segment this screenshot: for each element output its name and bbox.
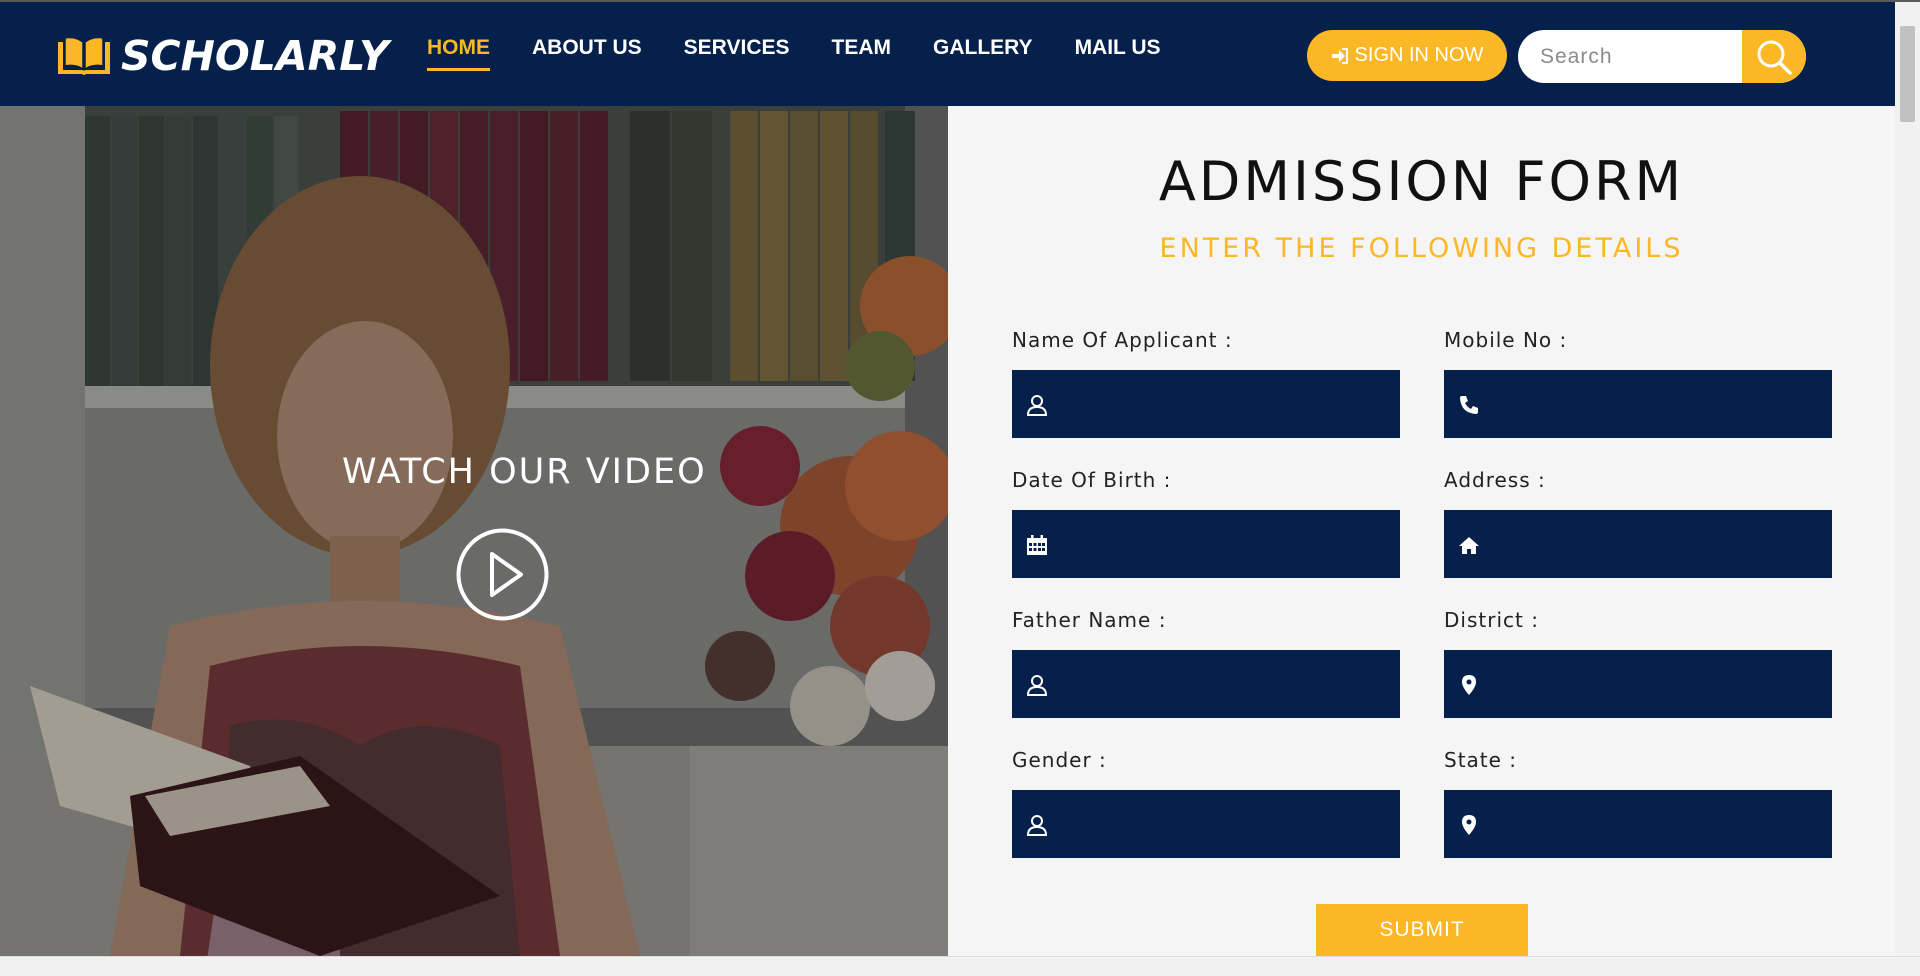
play-icon xyxy=(490,552,523,597)
nav-about-us[interactable]: ABOUT US xyxy=(532,36,642,71)
sign-in-button[interactable]: SIGN IN NOW xyxy=(1307,30,1507,81)
brand-logo[interactable]: SCHOLARLY xyxy=(55,32,389,80)
name-of-applicant-input[interactable] xyxy=(1012,370,1400,438)
search-icon xyxy=(1757,40,1792,75)
date-of-birth-input[interactable] xyxy=(1012,510,1400,578)
date-of-birth-field: Date Of Birth : xyxy=(1012,468,1400,578)
horizontal-scrollbar[interactable] xyxy=(0,956,1920,976)
sign-in-icon xyxy=(1331,47,1348,64)
field-label: State : xyxy=(1444,748,1518,772)
district-input[interactable] xyxy=(1444,650,1832,718)
address-field: Address : xyxy=(1444,468,1832,578)
map-marker-icon xyxy=(1462,675,1476,695)
father-name-input[interactable] xyxy=(1012,650,1400,718)
nav-gallery[interactable]: GALLERY xyxy=(933,36,1033,71)
scrollbar-thumb[interactable] xyxy=(1900,26,1915,122)
play-video-button[interactable] xyxy=(455,527,550,622)
state-field: State : xyxy=(1444,748,1832,858)
sign-in-label: SIGN IN NOW xyxy=(1354,44,1484,66)
submit-button[interactable]: SUBMIT xyxy=(1316,904,1528,956)
map-marker-icon xyxy=(1462,815,1476,835)
name-of-applicant-field: Name Of Applicant : xyxy=(1012,328,1400,438)
field-label: Mobile No : xyxy=(1444,328,1568,352)
main-nav: HOME ABOUT US SERVICES TEAM GALLERY MAIL… xyxy=(427,36,1203,71)
mobile-no-input[interactable] xyxy=(1444,370,1832,438)
nav-team[interactable]: TEAM xyxy=(832,36,892,71)
field-label: Gender : xyxy=(1012,748,1107,772)
field-label: Address : xyxy=(1444,468,1546,492)
form-title: ADMISSION FORM xyxy=(1158,150,1685,213)
hero-video-banner: WATCH OUR VIDEO xyxy=(0,106,948,956)
vertical-scrollbar[interactable] xyxy=(1895,2,1920,956)
user-icon xyxy=(1026,675,1048,696)
nav-home[interactable]: HOME xyxy=(427,36,490,71)
user-icon xyxy=(1026,815,1048,836)
father-name-field: Father Name : xyxy=(1012,608,1400,718)
state-input[interactable] xyxy=(1444,790,1832,858)
search-button[interactable] xyxy=(1742,30,1806,83)
site-header: SCHOLARLY HOME ABOUT US SERVICES TEAM GA… xyxy=(0,2,1895,106)
field-label: Father Name : xyxy=(1012,608,1167,632)
field-label: Name Of Applicant : xyxy=(1012,328,1233,352)
search-box xyxy=(1518,30,1806,83)
nav-services[interactable]: SERVICES xyxy=(684,36,790,71)
hero-title: WATCH OUR VIDEO xyxy=(342,452,707,492)
home-icon xyxy=(1459,537,1479,554)
field-label: Date Of Birth : xyxy=(1012,468,1172,492)
gender-input[interactable] xyxy=(1012,790,1400,858)
mobile-no-field: Mobile No : xyxy=(1444,328,1832,438)
brand-name: SCHOLARLY xyxy=(121,32,389,80)
open-book-icon xyxy=(58,36,110,75)
search-input[interactable] xyxy=(1518,30,1742,83)
district-field: District : xyxy=(1444,608,1832,718)
phone-icon xyxy=(1460,396,1478,414)
admission-form-panel: ADMISSION FORM ENTER THE FOLLOWING DETAI… xyxy=(948,106,1895,956)
form-subtitle: ENTER THE FOLLOWING DETAILS xyxy=(1159,233,1684,264)
user-icon xyxy=(1026,395,1048,416)
nav-mail-us[interactable]: MAIL US xyxy=(1075,36,1161,71)
gender-field: Gender : xyxy=(1012,748,1400,858)
address-input[interactable] xyxy=(1444,510,1832,578)
field-label: District : xyxy=(1444,608,1539,632)
calendar-icon xyxy=(1027,535,1047,555)
